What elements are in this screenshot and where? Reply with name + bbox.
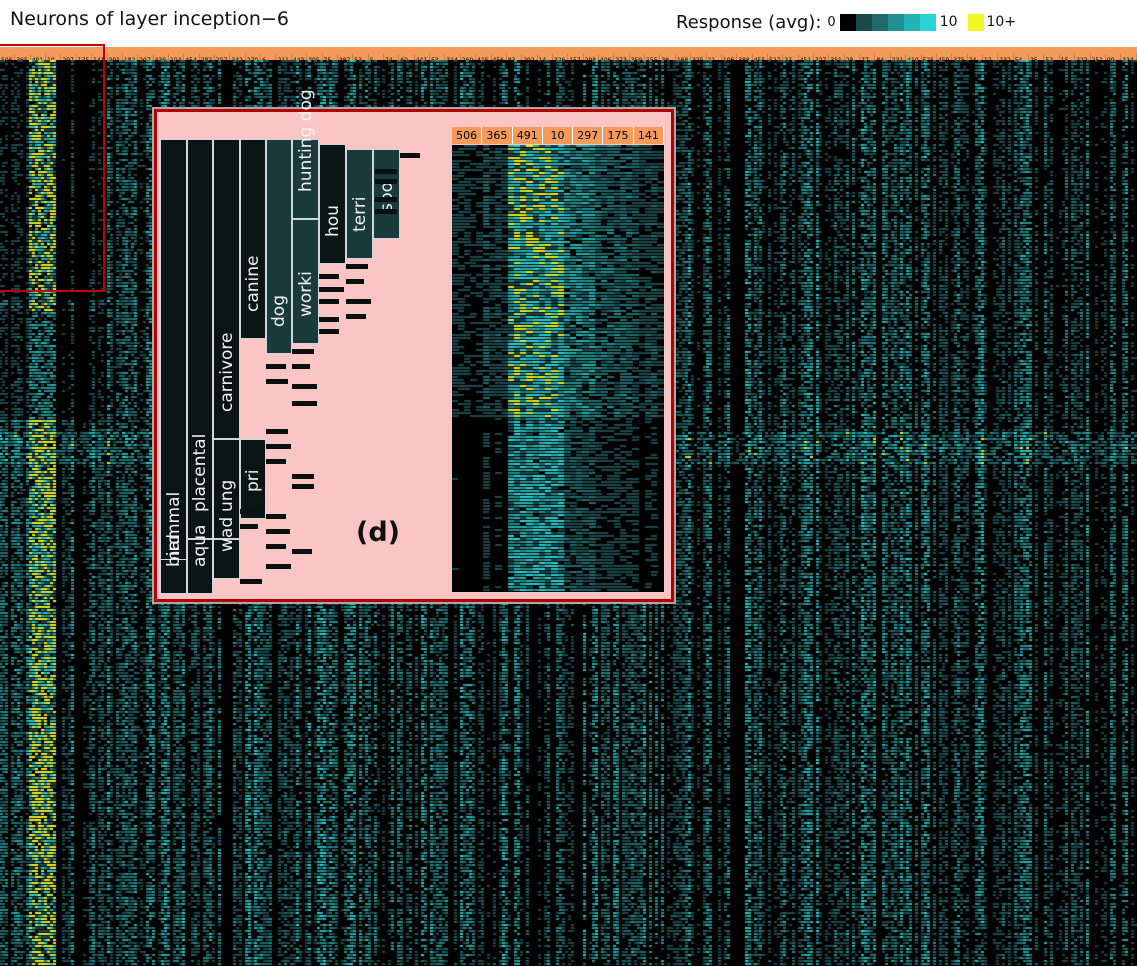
legend-ramp-step-5 <box>919 13 936 31</box>
legend-max: 10+ <box>986 14 1017 30</box>
column-label-strip: 5063654911029717514130118220743610445428… <box>0 47 1137 60</box>
tree-node-label: carnivore <box>216 332 237 413</box>
zoom-inset: mammal placental carnivore canine dog hunting… <box>152 89 676 604</box>
tree-node-bird[interactable]: bird <box>160 534 187 594</box>
legend-ramp-step-4 <box>903 13 920 31</box>
inset-column-label[interactable]: 141 <box>633 127 664 144</box>
chart-title: Neurons of layer inception−6 <box>10 8 289 30</box>
inset-column-label[interactable]: 10 <box>542 127 574 144</box>
legend-color-ramp <box>839 13 936 31</box>
tree-node-label: placental <box>190 433 210 512</box>
tree-node-label: dog <box>269 295 289 327</box>
tree-leaf[interactable] <box>292 364 310 369</box>
tree-leaf[interactable] <box>292 349 314 354</box>
tree-node-mammal[interactable]: mammal <box>160 139 187 594</box>
tree-leaf[interactable] <box>346 264 368 269</box>
inset-column-labels: 506 365 491 10 297 175 141 <box>452 127 664 144</box>
tree-leaf[interactable] <box>375 197 397 202</box>
tree-node-hunting-dog[interactable]: hunting dog <box>292 89 319 219</box>
tree-leaf[interactable] <box>292 484 314 489</box>
tree-node-carnivore[interactable]: carnivore <box>213 139 240 439</box>
legend-overflow-swatch <box>967 13 984 31</box>
tree-node-label: canine <box>243 255 263 313</box>
tree-node-label: bird <box>163 534 184 567</box>
tree-node-aqua[interactable]: aqua <box>187 525 213 594</box>
inset-heatmap[interactable] <box>452 145 664 592</box>
tree-node-spo[interactable]: spo <box>373 149 400 239</box>
tree-leaf[interactable] <box>319 329 339 334</box>
tree-leaf[interactable] <box>400 153 420 158</box>
legend-min: 0 <box>827 14 836 30</box>
tree-leaf[interactable] <box>266 564 291 569</box>
tree-leaf[interactable] <box>240 524 258 529</box>
legend-ramp-step-1 <box>855 13 872 31</box>
tree-node-label: pri <box>243 469 263 492</box>
tree-node-label: ung <box>216 479 237 512</box>
legend-ramp-step-3 <box>887 13 904 31</box>
tree-node-hou[interactable]: hou <box>319 144 346 264</box>
inset-column-label[interactable]: 297 <box>573 127 604 144</box>
inset-column-label[interactable]: 506 <box>452 127 483 144</box>
tree-node-pri[interactable]: pri <box>240 439 266 519</box>
inset-column-label[interactable]: 365 <box>482 127 513 144</box>
tree-leaf[interactable] <box>240 509 260 514</box>
tree-leaf[interactable] <box>319 287 344 292</box>
tree-leaf[interactable] <box>375 209 397 214</box>
tree-leaf[interactable] <box>346 299 371 304</box>
inset-panel-label: (d) <box>356 517 401 548</box>
tree-leaf[interactable] <box>292 549 312 554</box>
tree-node-placental[interactable]: placental <box>187 139 213 539</box>
legend-ramp-step-2 <box>871 13 888 31</box>
tree-leaf[interactable] <box>346 279 364 284</box>
tree-leaf[interactable] <box>240 579 262 584</box>
tree-leaf[interactable] <box>319 317 339 322</box>
tree-leaf[interactable] <box>266 444 291 449</box>
tree-leaf[interactable] <box>266 544 286 549</box>
tree-leaf[interactable] <box>292 384 317 389</box>
tree-leaf[interactable] <box>266 364 286 369</box>
tree-node-label: worki <box>295 271 316 317</box>
tree-node-terri[interactable]: terri <box>346 149 373 259</box>
tree-node-label: hou <box>322 205 343 237</box>
tree-leaf[interactable] <box>266 379 288 384</box>
tree-leaf[interactable] <box>375 179 397 184</box>
highlight-box <box>0 44 105 292</box>
tree-node-label: aqua <box>190 524 210 567</box>
tree-leaf[interactable] <box>266 429 288 434</box>
legend-ramp-step-0 <box>839 13 856 31</box>
inset-frame: mammal placental carnivore canine dog hunting… <box>154 89 674 602</box>
inset-heatmap-cells[interactable] <box>452 145 664 592</box>
tree-node-label: hunting dog <box>295 89 316 192</box>
tree-leaf[interactable] <box>266 459 286 464</box>
tree-node-label: terri <box>349 196 370 232</box>
tree-node-wad[interactable]: wad <box>213 517 240 579</box>
tree-leaf[interactable] <box>292 401 317 406</box>
tree-leaf[interactable] <box>319 274 339 279</box>
color-legend: Response (avg): 0 10 10+ <box>676 9 1016 35</box>
inset-column-label[interactable]: 175 <box>603 127 634 144</box>
tree-leaf[interactable] <box>266 514 286 519</box>
inset-column-label[interactable]: 491 <box>512 127 543 144</box>
tree-leaf[interactable] <box>266 529 290 534</box>
tree-node-worki[interactable]: worki <box>292 219 319 344</box>
legend-mid: 10 <box>939 14 958 30</box>
legend-label: Response (avg): <box>676 11 822 33</box>
tree-node-label: wad <box>216 516 237 552</box>
tree-node-canine[interactable]: canine <box>240 139 266 339</box>
tree-node-dog[interactable]: dog <box>266 139 292 354</box>
tree-leaf[interactable] <box>319 299 339 304</box>
tree-leaf[interactable] <box>375 169 397 174</box>
tree-leaf[interactable] <box>346 314 366 319</box>
tree-leaf[interactable] <box>292 474 314 479</box>
